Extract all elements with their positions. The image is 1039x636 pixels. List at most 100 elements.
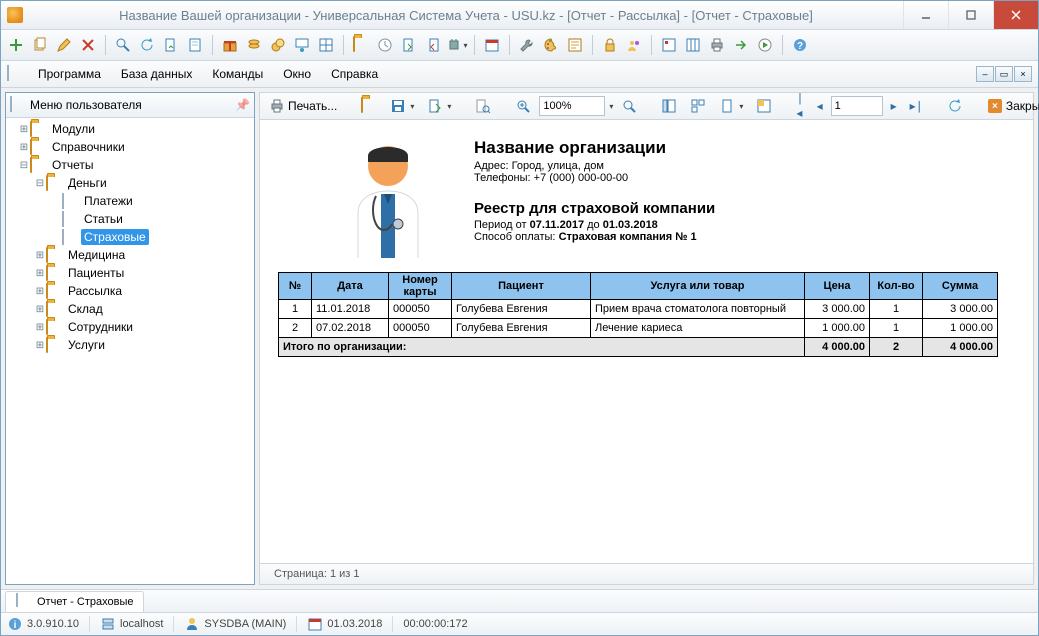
th-n: № xyxy=(279,273,312,300)
nav-last-button[interactable]: ▸| xyxy=(905,96,928,116)
tree-insurance[interactable]: Страховые xyxy=(6,228,254,246)
export-button[interactable] xyxy=(422,34,444,56)
tool-button-filter[interactable] xyxy=(658,34,680,56)
menu-bar: Программа База данных Команды Окно Справ… xyxy=(1,61,1038,88)
report-viewport[interactable]: Название организации Адрес: Город, улица… xyxy=(259,120,1034,564)
r-color-button[interactable] xyxy=(751,96,777,116)
palette-button[interactable] xyxy=(540,34,562,56)
copy-button[interactable] xyxy=(29,34,51,56)
status-user: SYSDBA (MAIN) xyxy=(184,616,297,632)
maximize-button[interactable] xyxy=(948,1,993,29)
report-toolbar: Печать... ▾ ▾ ▾ ▾ |◂ ◂ xyxy=(259,92,1034,120)
main-toolbar: ▾ ? xyxy=(1,30,1038,61)
report-close-button[interactable]: × Закрыть xyxy=(982,96,1039,116)
print-main-button[interactable] xyxy=(706,34,728,56)
note-button[interactable] xyxy=(564,34,586,56)
menu-window[interactable]: Окно xyxy=(274,64,320,84)
r-thumbs-button[interactable] xyxy=(685,96,711,116)
th-date: Дата xyxy=(312,273,389,300)
r-find-button[interactable] xyxy=(470,96,496,116)
tree-patients[interactable]: ⊞Пациенты xyxy=(6,264,254,282)
last-icon: ▸| xyxy=(910,99,923,114)
r-page-button[interactable]: ▾ xyxy=(714,96,748,116)
minimize-button[interactable] xyxy=(903,1,948,29)
tree-payments[interactable]: Платежи xyxy=(6,192,254,210)
doc-tab-label: Отчет - Страховые xyxy=(37,596,133,608)
tree-stock[interactable]: ⊞Склад xyxy=(6,300,254,318)
plus-icon xyxy=(8,37,24,53)
status-host: localhost xyxy=(100,616,174,632)
mdi-minimize-button[interactable]: – xyxy=(976,66,994,82)
r-refresh-button[interactable] xyxy=(942,96,968,116)
plugin-button[interactable]: ▾ xyxy=(446,34,468,56)
menu-commands[interactable]: Команды xyxy=(203,64,272,84)
table-row: 2 07.02.2018 000050 Голубева Евгения Леч… xyxy=(279,319,998,338)
svg-text:i: i xyxy=(14,620,17,631)
r-save-button[interactable]: ▾ xyxy=(385,96,419,116)
tree-articles[interactable]: Статьи xyxy=(6,210,254,228)
menu-program[interactable]: Программа xyxy=(29,64,110,84)
tree-medicine[interactable]: ⊞Медицина xyxy=(6,246,254,264)
delete-button[interactable] xyxy=(77,34,99,56)
tree-mailing[interactable]: ⊞Рассылка xyxy=(6,282,254,300)
tool-button-9[interactable] xyxy=(315,34,337,56)
tool-button-grid2[interactable] xyxy=(682,34,704,56)
tool-button-3[interactable] xyxy=(160,34,182,56)
tool-button-8[interactable] xyxy=(291,34,313,56)
tree-staff[interactable]: ⊞Сотрудники xyxy=(6,318,254,336)
lock-button[interactable] xyxy=(599,34,621,56)
tree-services[interactable]: ⊞Услуги xyxy=(6,336,254,354)
nav-prev-button[interactable]: ◂ xyxy=(812,96,828,116)
settings-button[interactable] xyxy=(516,34,538,56)
calendar-button[interactable] xyxy=(481,34,503,56)
zoom-dropdown-icon[interactable]: ▾ xyxy=(609,102,613,111)
tool-button-send[interactable] xyxy=(730,34,752,56)
add-button[interactable] xyxy=(5,34,27,56)
tree-references[interactable]: ⊞Справочники xyxy=(6,138,254,156)
status-version: i 3.0.910.10 xyxy=(7,616,90,632)
r-outline-button[interactable] xyxy=(656,96,682,116)
tool-button-10[interactable] xyxy=(350,34,372,56)
page-input[interactable] xyxy=(831,96,883,116)
refresh-button[interactable] xyxy=(136,34,158,56)
menu-help[interactable]: Справка xyxy=(322,64,387,84)
history-button[interactable] xyxy=(374,34,396,56)
zoom-input[interactable] xyxy=(539,96,605,116)
users-button[interactable] xyxy=(623,34,645,56)
tree-modules[interactable]: ⊞Модули xyxy=(6,120,254,138)
doc-tab-insurance[interactable]: Отчет - Страховые xyxy=(5,591,144,612)
report-table: № Дата Номер карты Пациент Услуга или то… xyxy=(278,272,998,357)
tool-button-5[interactable] xyxy=(219,34,241,56)
r-fit-button[interactable] xyxy=(616,96,642,116)
search-button[interactable] xyxy=(112,34,134,56)
r-print-button[interactable]: Печать... xyxy=(264,96,342,116)
pin-icon[interactable]: 📌 xyxy=(235,98,250,112)
tree-money[interactable]: ⊟Деньги xyxy=(6,174,254,192)
menu-database[interactable]: База данных xyxy=(112,64,201,84)
chevron-down-icon: ▾ xyxy=(447,102,451,111)
mdi-close-button[interactable]: × xyxy=(1014,66,1032,82)
tool-button-4[interactable] xyxy=(184,34,206,56)
r-zoom-button[interactable] xyxy=(510,96,536,116)
play-button[interactable] xyxy=(754,34,776,56)
mdi-restore-button[interactable]: ▭ xyxy=(995,66,1013,82)
import-button[interactable] xyxy=(398,34,420,56)
tool-button-7[interactable] xyxy=(267,34,289,56)
side-doc-icon xyxy=(10,97,26,113)
nav-first-button[interactable]: |◂ xyxy=(791,96,808,116)
note-icon xyxy=(567,37,583,53)
edit-button[interactable] xyxy=(53,34,75,56)
help-button[interactable]: ? xyxy=(789,34,811,56)
zoom-icon xyxy=(515,98,531,114)
user-icon xyxy=(184,616,200,632)
tool-button-6[interactable] xyxy=(243,34,265,56)
close-button[interactable] xyxy=(993,1,1038,29)
users-icon xyxy=(626,37,642,53)
table-person-icon xyxy=(294,37,310,53)
doctor-image xyxy=(338,138,438,258)
nav-next-button[interactable]: ▸ xyxy=(886,96,902,116)
r-open-button[interactable] xyxy=(356,96,382,116)
tree-reports[interactable]: ⊟Отчеты xyxy=(6,156,254,174)
r-export-button[interactable]: ▾ xyxy=(422,96,456,116)
printer-icon xyxy=(709,37,725,53)
